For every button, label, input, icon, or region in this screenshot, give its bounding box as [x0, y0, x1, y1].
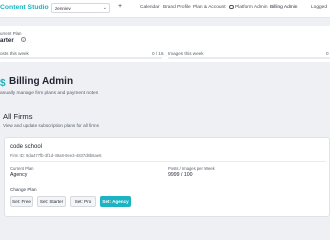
posts-images-value: 9999 / 100 [168, 172, 193, 178]
images-usage-bar [168, 57, 330, 59]
posts-usage-label: osts this week [0, 51, 29, 56]
all-firms-subtitle: View and update subscription plans for a… [3, 123, 99, 128]
all-firms-title: All Firms [3, 112, 33, 121]
nav-brand-profile[interactable]: Brand Profile [163, 5, 191, 10]
app-brand[interactable]: Content Studio [0, 4, 49, 11]
divider [10, 161, 326, 162]
nav-billing-admin[interactable]: Billing Admin [270, 5, 297, 10]
firm-select-value: zenniev [55, 5, 71, 11]
set-agency-button[interactable]: Set: Agency [100, 196, 131, 207]
current-plan-label: urrent Plan [0, 31, 22, 36]
nav-calendar[interactable]: Calendar [140, 5, 159, 10]
info-icon[interactable]: i [21, 37, 26, 42]
images-usage-count: 0 [326, 51, 329, 56]
shield-icon [229, 4, 234, 9]
firm-current-plan-value: Agency [10, 172, 28, 178]
page-title: Billing Admin [9, 76, 74, 87]
nav-plan-account[interactable]: Plan & Account [193, 5, 226, 10]
firm-card: code school Firm ID: 9da477fb-3f1d-49a8-… [4, 137, 330, 217]
page-subtitle: anually manage firm plans and payment no… [0, 91, 99, 96]
usage-panel: urrent Plan arter i osts this week 0 / 1… [0, 26, 330, 62]
firm-select[interactable]: zenniev ⌄ [51, 3, 110, 13]
firm-id: Firm ID: 9da477fb-3f1d-49a8-9ee3-4837d8b… [10, 153, 102, 158]
nav-platform-admin[interactable]: Platform Admin [235, 5, 268, 10]
posts-images-label: Posts / Images per Week [168, 166, 215, 171]
firm-current-plan-label: Current Plan [10, 166, 34, 171]
current-plan-value: arter [0, 37, 14, 44]
top-navigation-bar: Content Studio zenniev ⌄ + Calendar Bran… [0, 0, 330, 18]
dollar-icon: $ [0, 78, 6, 89]
posts-usage-bar [0, 57, 162, 59]
images-usage-label: Images this week [168, 51, 204, 56]
chevron-down-icon: ⌄ [102, 4, 107, 11]
add-firm-icon[interactable]: + [118, 3, 122, 10]
page-header: $ Billing Admin anually manage firm plan… [0, 64, 330, 104]
nav-logged-in[interactable]: Logged [311, 5, 327, 10]
set-free-button[interactable]: Set: Free [10, 196, 33, 207]
set-starter-button[interactable]: Set: Starter [37, 196, 66, 207]
set-pro-button[interactable]: Set: Pro [70, 196, 96, 207]
change-plan-label: Change Plan [10, 187, 37, 192]
firm-name: code school [10, 144, 43, 150]
posts-usage-count: 0 / 16 [152, 51, 164, 56]
